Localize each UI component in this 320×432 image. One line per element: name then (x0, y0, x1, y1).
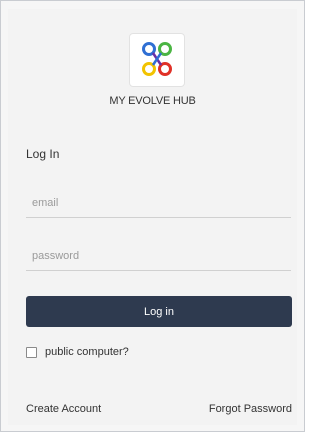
public-computer-checkbox[interactable] (26, 346, 37, 358)
colored-rings-logo-icon (142, 42, 172, 76)
login-heading: Log In (26, 147, 60, 161)
create-account-link[interactable]: Create Account (26, 403, 101, 415)
password-field[interactable] (26, 241, 291, 271)
app-name: MY EVOLVE HUB (109, 95, 196, 107)
email-field[interactable] (26, 188, 291, 218)
footer-links: Create Account Forgot Password (26, 403, 292, 415)
public-computer-label: public computer? (45, 346, 129, 358)
app-logo (129, 33, 185, 87)
login-window: MY EVOLVE HUB Log In Log in public compu… (0, 0, 305, 432)
login-button[interactable]: Log in (26, 296, 292, 327)
forgot-password-link[interactable]: Forgot Password (209, 403, 292, 415)
public-computer-row: public computer? (26, 346, 129, 358)
